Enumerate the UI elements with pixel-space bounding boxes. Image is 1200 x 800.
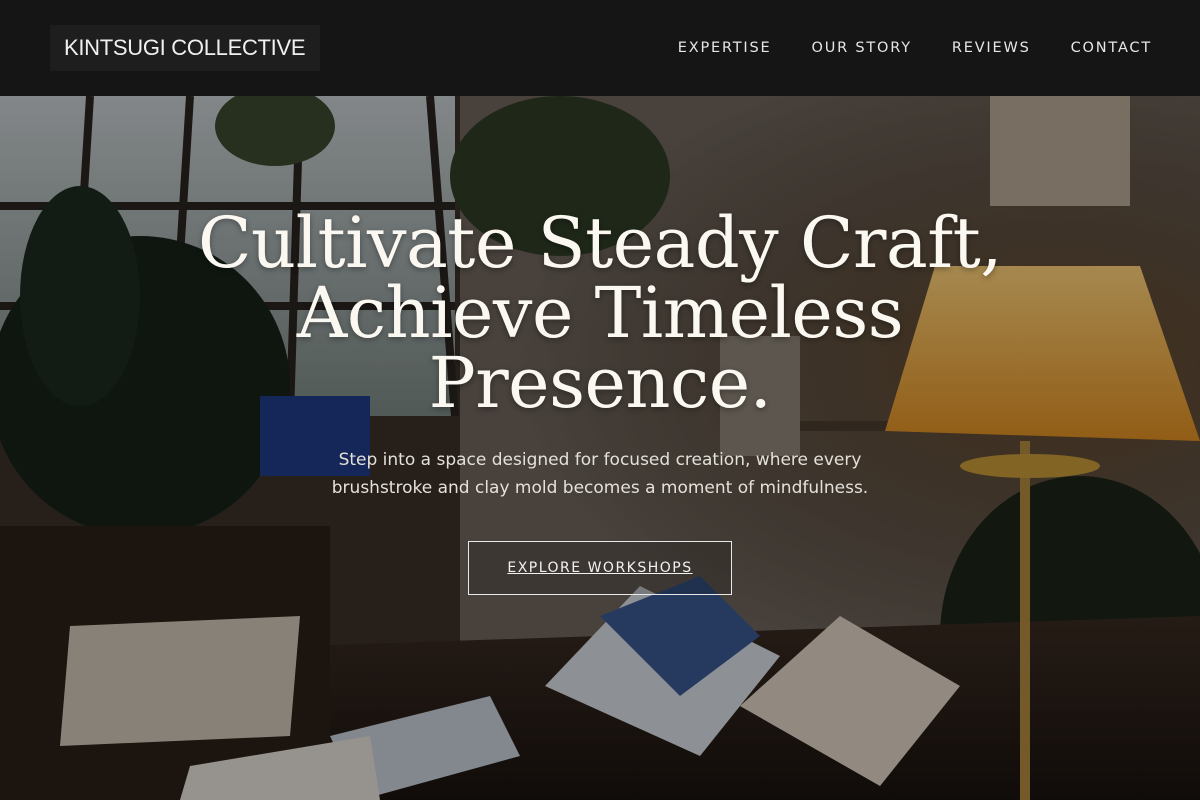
hero-headline-line-3: Presence. [428,342,772,424]
nav-item-contact: CONTACT [1071,39,1152,57]
nav-item-reviews: REVIEWS [952,39,1031,57]
nav-link-reviews[interactable]: REVIEWS [952,40,1031,56]
hero-headline-line-1: Cultivate Steady Craft, [197,202,1003,284]
hero-subtitle: Step into a space designed for focused c… [331,450,869,498]
top-navbar: KINTSUGI COLLECTIVE EXPERTISE OUR STORY … [0,0,1200,96]
explore-workshops-button[interactable]: EXPLORE WORKSHOPS [468,541,732,595]
hero-headline: Cultivate Steady Craft, Achieve Timeless… [150,208,1050,418]
hero-headline-line-2: Achieve Timeless [296,272,904,354]
hero-content: Cultivate Steady Craft, Achieve Timeless… [0,96,1200,800]
brand-logo[interactable]: KINTSUGI COLLECTIVE [50,25,321,71]
nav-menu: EXPERTISE OUR STORY REVIEWS CONTACT [678,39,1152,57]
nav-item-our-story: OUR STORY [811,39,911,57]
nav-link-contact[interactable]: CONTACT [1071,40,1152,56]
nav-item-expertise: EXPERTISE [678,39,772,57]
nav-link-expertise[interactable]: EXPERTISE [678,40,772,56]
nav-link-our-story[interactable]: OUR STORY [811,40,911,56]
hero-section: Cultivate Steady Craft, Achieve Timeless… [0,96,1200,800]
